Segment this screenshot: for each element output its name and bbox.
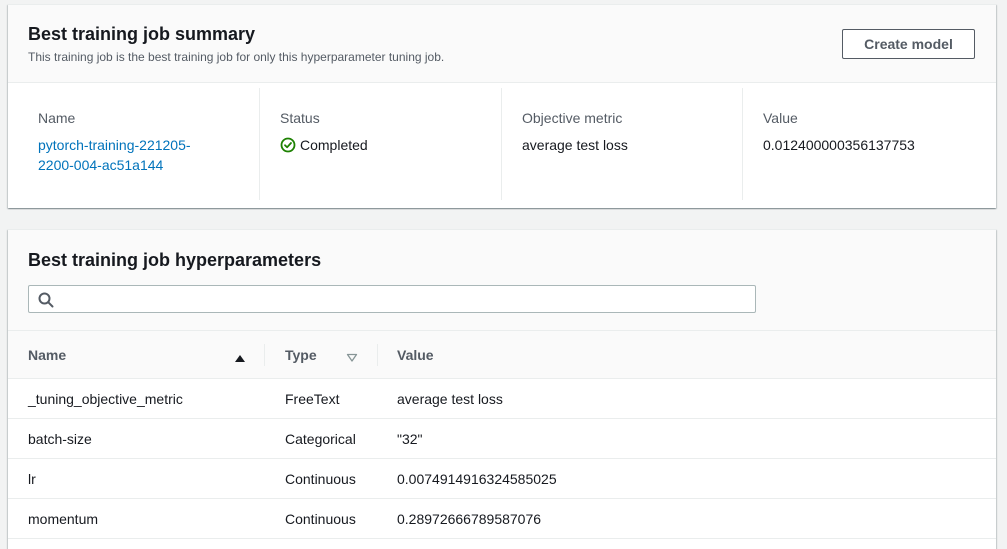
table-header: Name Type Value (8, 331, 996, 379)
row-type: Continuous (285, 471, 356, 487)
column-divider (501, 88, 502, 200)
caret-down-outline-icon (346, 350, 358, 366)
caret-up-filled-icon (234, 350, 246, 366)
value-field: Value 0.012400000356137753 (742, 88, 996, 200)
hyperparameters-table: Name Type Value _tuning_objective_metric… (8, 331, 996, 539)
search-input[interactable] (57, 286, 753, 312)
column-divider (259, 88, 260, 200)
row-name: _tuning_objective_metric (28, 391, 183, 407)
row-name: lr (28, 471, 36, 487)
row-value: 0.28972666789587076 (397, 511, 542, 527)
name-field: Name pytorch-training-221205-2200-004-ac… (8, 88, 250, 200)
check-circle-icon (280, 137, 296, 153)
objective-metric-label: Objective metric (522, 110, 623, 126)
row-value: 0.0074914916324585025 (397, 471, 557, 487)
summary-fields: Name pytorch-training-221205-2200-004-ac… (8, 88, 996, 200)
summary-subtitle: This training job is the best training j… (28, 50, 445, 64)
best-training-job-summary-panel: Best training job summary This training … (8, 4, 996, 208)
value-value: 0.012400000356137753 (763, 137, 915, 153)
search-box (28, 285, 756, 313)
row-name: momentum (28, 511, 99, 527)
row-name: batch-size (28, 431, 92, 447)
row-type: Continuous (285, 511, 356, 527)
row-type: Categorical (285, 431, 356, 447)
best-training-job-hyperparameters-panel: Best training job hyperparameters Name T… (8, 229, 996, 549)
status-field: Status Completed (259, 88, 501, 200)
create-model-button[interactable]: Create model (842, 29, 975, 59)
objective-metric-field: Objective metric average test loss (501, 88, 743, 200)
hyperparameters-header: Best training job hyperparameters (8, 230, 996, 331)
column-header-name[interactable]: Name (8, 331, 264, 379)
column-header-type[interactable]: Type (265, 331, 377, 379)
column-header-value: Value (377, 331, 996, 379)
search-icon (38, 292, 54, 313)
status-label: Status (280, 110, 320, 126)
status-text: Completed (300, 137, 368, 153)
status-value: Completed (280, 135, 480, 155)
column-divider (742, 88, 743, 200)
table-row: batch-size Categorical "32" (8, 419, 996, 459)
name-label: Name (38, 110, 76, 126)
row-type: FreeText (285, 391, 340, 407)
column-header-type-label: Type (285, 347, 317, 363)
summary-title: Best training job summary (28, 24, 256, 44)
table-row: _tuning_objective_metric FreeText averag… (8, 379, 996, 419)
value-label: Value (763, 110, 798, 126)
hyperparameters-title: Best training job hyperparameters (28, 250, 322, 270)
row-value: "32" (397, 431, 423, 447)
summary-header: Best training job summary This training … (8, 5, 996, 83)
row-value: average test loss (397, 391, 503, 407)
column-header-name-label: Name (28, 347, 67, 363)
table-row: lr Continuous 0.0074914916324585025 (8, 459, 996, 499)
table-row: momentum Continuous 0.28972666789587076 (8, 499, 996, 539)
objective-metric-value: average test loss (522, 137, 628, 153)
name-value: pytorch-training-221205-2200-004-ac51a14… (38, 135, 218, 175)
training-job-link[interactable]: pytorch-training-221205-2200-004-ac51a14… (38, 137, 191, 173)
column-header-value-label: Value (397, 347, 434, 363)
